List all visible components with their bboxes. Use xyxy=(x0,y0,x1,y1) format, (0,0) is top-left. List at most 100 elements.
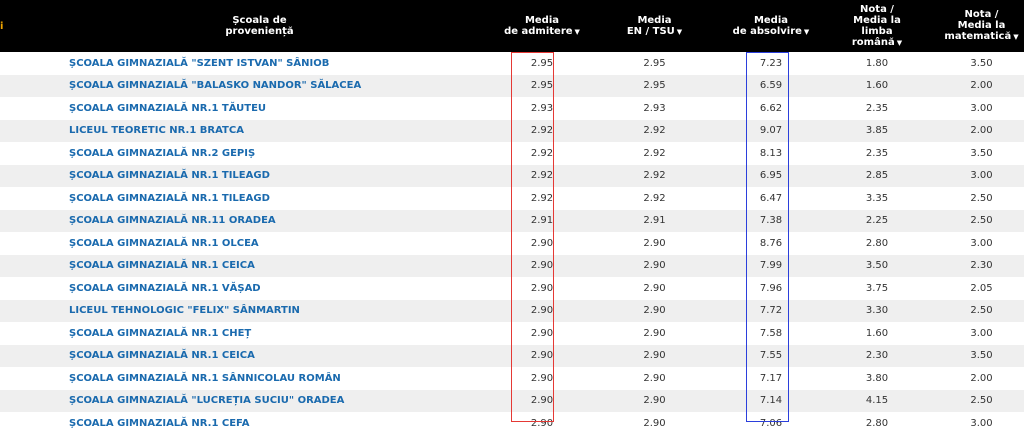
cell-grad: 7.55 xyxy=(759,350,783,362)
row-edge-cell xyxy=(0,75,32,98)
table-row: ȘCOALA GIMNAZIALĂ NR.2 GEPIȘ 2.92 2.92 8.13… xyxy=(0,142,1024,165)
school-link[interactable]: LICEUL TEHNOLOGIC "FELIX" SÂNMARTIN xyxy=(32,300,487,323)
header-school-line2: proveniență xyxy=(225,26,294,37)
cell-ro: 4.15 xyxy=(865,395,889,407)
cell-en: 2.90 xyxy=(643,305,666,317)
table-row: ȘCOALA GIMNAZIALĂ NR.1 CEICA 2.90 2.90 7.99… xyxy=(0,254,1024,278)
cell-mat: 3.50 xyxy=(970,147,993,159)
cell-en: 2.92 xyxy=(643,125,666,137)
cell-mat: 3.50 xyxy=(970,350,993,362)
cell-mat: 2.50 xyxy=(970,305,993,317)
cell-mat: 3.00 xyxy=(970,102,993,114)
cell-mat: 3.00 xyxy=(970,327,993,339)
row-edge-cell xyxy=(0,412,32,435)
header-en-line2: EN / TSU xyxy=(626,25,675,37)
school-link[interactable]: ȘCOALA GIMNAZIALĂ NR.1 VĂȘAD xyxy=(32,277,487,300)
cell-ro: 2.25 xyxy=(865,215,889,227)
results-table: i Școala de proveniență Media de admiter… xyxy=(0,0,1024,435)
cell-en: 2.95 xyxy=(643,80,666,92)
school-link[interactable]: ȘCOALA GIMNAZIALĂ "BALASKO NANDOR" SĂLAC… xyxy=(32,75,487,98)
header-school[interactable]: Școala de proveniență xyxy=(32,0,487,52)
school-link[interactable]: ȘCOALA GIMNAZIALĂ NR.1 TĂUTEU xyxy=(32,97,487,120)
cell-ro: 2.80 xyxy=(865,237,889,249)
header-mat-line1: Nota / xyxy=(964,9,999,20)
table-row: ȘCOALA GIMNAZIALĂ NR.1 VĂȘAD 2.90 2.90 7.96… xyxy=(0,277,1024,300)
cell-grad: 7.96 xyxy=(759,282,783,294)
school-link[interactable]: ȘCOALA GIMNAZIALĂ NR.1 TILEAGD xyxy=(32,165,487,188)
header-graduation-average[interactable]: Media de absolvire ▼ xyxy=(712,0,830,52)
cell-ro: 1.60 xyxy=(865,80,889,92)
cell-en: 2.90 xyxy=(643,350,666,362)
school-link[interactable]: ȘCOALA GIMNAZIALĂ NR.1 TILEAGD xyxy=(32,187,487,210)
cell-en: 2.95 xyxy=(643,57,666,69)
school-link[interactable]: LICEUL TEORETIC NR.1 BRATCA xyxy=(32,120,487,143)
cell-mat: 2.00 xyxy=(970,80,993,92)
cell-en: 2.90 xyxy=(643,282,666,294)
table-header: i Școala de proveniență Media de admiter… xyxy=(0,0,1024,52)
school-link[interactable]: ȘCOALA GIMNAZIALĂ NR.1 SÂNNICOLAU ROMÂN xyxy=(32,367,487,390)
school-link[interactable]: ȘCOALA GIMNAZIALĂ NR.1 OLCEA xyxy=(32,232,487,255)
cell-admission: 2.92 xyxy=(530,170,554,182)
school-link[interactable]: ȘCOALA GIMNAZIALĂ NR.1 CHEȚ xyxy=(32,322,487,345)
row-edge-cell xyxy=(0,142,32,165)
header-en-tsu[interactable]: Media EN / TSU ▼ xyxy=(597,0,712,52)
table-body: ȘCOALA GIMNAZIALĂ "SZENT ISTVAN" SÂNIOB 2… xyxy=(0,52,1024,435)
school-link[interactable]: ȘCOALA GIMNAZIALĂ NR.1 CEFA xyxy=(32,412,487,435)
cell-admission: 2.90 xyxy=(530,350,554,362)
cell-grad: 6.62 xyxy=(759,102,783,114)
table-row: ȘCOALA GIMNAZIALĂ NR.11 ORADEA 2.91 2.91 7.… xyxy=(0,209,1024,233)
row-edge-cell xyxy=(0,232,32,255)
table-row: ȘCOALA GIMNAZIALĂ NR.1 TILEAGD 2.92 2.92 6.… xyxy=(0,187,1024,210)
cell-mat: 3.00 xyxy=(970,417,993,429)
sort-arrow-down-icon: ▼ xyxy=(676,27,683,36)
cell-mat: 2.00 xyxy=(970,125,993,137)
cell-admission: 2.90 xyxy=(530,305,554,317)
sort-arrow-down-icon: ▼ xyxy=(574,27,580,36)
cell-admission: 2.92 xyxy=(530,125,554,137)
cell-ro: 3.50 xyxy=(865,260,889,272)
row-edge-cell xyxy=(0,52,32,75)
school-link[interactable]: ȘCOALA GIMNAZIALĂ NR.2 GEPIȘ xyxy=(32,142,487,165)
header-romanian-grade[interactable]: Nota / Media la limba română ▼ xyxy=(830,0,924,52)
table-row: ȘCOALA GIMNAZIALĂ NR.1 TĂUTEU 2.93 2.93 6.6… xyxy=(0,97,1024,120)
cell-grad: 7.23 xyxy=(759,57,783,69)
cell-grad: 9.07 xyxy=(759,125,783,137)
cell-mat: 2.50 xyxy=(970,215,993,227)
school-link[interactable]: ȘCOALA GIMNAZIALĂ NR.11 ORADEA xyxy=(32,210,487,233)
table-row: ȘCOALA GIMNAZIALĂ "SZENT ISTVAN" SÂNIOB 2… xyxy=(0,52,1024,75)
school-link[interactable]: ȘCOALA GIMNAZIALĂ "SZENT ISTVAN" SÂNIOB xyxy=(32,52,487,75)
header-math-grade[interactable]: Nota / Media la matematică ▼ xyxy=(924,0,1024,52)
cell-admission: 2.90 xyxy=(530,327,554,339)
cell-ro: 2.35 xyxy=(865,102,889,114)
row-edge-cell xyxy=(0,255,32,278)
cell-admission: 2.91 xyxy=(530,215,554,227)
cell-en: 2.90 xyxy=(643,327,666,339)
cell-grad: 7.17 xyxy=(759,372,783,384)
cell-admission: 2.95 xyxy=(530,57,554,69)
cell-mat: 2.50 xyxy=(970,192,993,204)
cell-ro: 3.80 xyxy=(865,372,889,384)
cell-grad: 6.47 xyxy=(759,192,783,204)
table-row: ȘCOALA GIMNAZIALĂ NR.1 CHEȚ 2.90 2.90 7.58 1… xyxy=(0,322,1024,345)
school-link[interactable]: ȘCOALA GIMNAZIALĂ "LUCREȚIA SUCIU" ORADE… xyxy=(32,390,487,413)
cell-ro: 3.75 xyxy=(865,282,889,294)
row-edge-cell xyxy=(0,390,32,413)
cell-en: 2.90 xyxy=(643,417,666,429)
school-link[interactable]: ȘCOALA GIMNAZIALĂ NR.1 CEICA xyxy=(32,345,487,368)
cell-en: 2.91 xyxy=(643,215,666,227)
cell-admission: 2.90 xyxy=(530,237,554,249)
header-mat-line3: matematică xyxy=(944,31,1012,42)
sort-arrow-down-icon: ▼ xyxy=(1013,33,1019,41)
header-admission-line2: de admitere xyxy=(504,25,573,37)
cell-mat: 2.50 xyxy=(970,395,993,407)
table-row: ȘCOALA GIMNAZIALĂ "BALASKO NANDOR" SĂLAC… xyxy=(0,74,1024,98)
cell-grad: 6.59 xyxy=(759,80,783,92)
cell-mat: 2.05 xyxy=(970,282,993,294)
header-grad-line2: de absolvire xyxy=(732,25,802,37)
cell-mat: 3.50 xyxy=(970,57,993,69)
school-link[interactable]: ȘCOALA GIMNAZIALĂ NR.1 CEICA xyxy=(32,255,487,278)
cell-grad: 8.76 xyxy=(759,237,783,249)
header-admission-average[interactable]: Media de admitere ▼ xyxy=(487,0,597,52)
table-row: ȘCOALA GIMNAZIALĂ NR.1 CEICA 2.90 2.90 7.55… xyxy=(0,344,1024,368)
cell-mat: 2.30 xyxy=(970,260,993,272)
